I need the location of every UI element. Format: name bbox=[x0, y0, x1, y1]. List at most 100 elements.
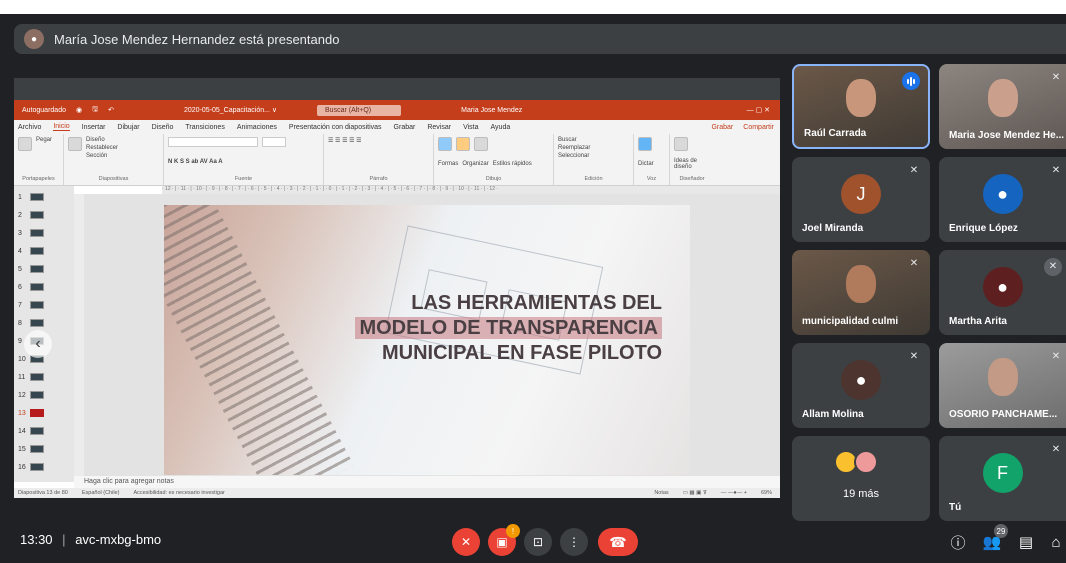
menu-ayuda[interactable]: Ayuda bbox=[491, 124, 511, 131]
slide-thumb[interactable]: 12 bbox=[18, 388, 70, 402]
ppt-user-name[interactable]: Maria Jose Mendez bbox=[461, 107, 522, 114]
notes-pane[interactable]: Haga clic para agregar notas bbox=[74, 476, 780, 488]
ppt-search-box[interactable]: Buscar (Alt+Q) bbox=[317, 104, 402, 116]
accessibility-status[interactable]: Accesibilidad: es necesario investigar bbox=[133, 490, 224, 496]
menu-presentacion[interactable]: Presentación con diapositivas bbox=[289, 124, 382, 131]
ppt-filename[interactable]: 2020-05-05_Capacitación... ∨ bbox=[184, 106, 277, 114]
slide-thumb[interactable]: 1 bbox=[18, 190, 70, 204]
design-ideas-icon[interactable] bbox=[674, 137, 688, 151]
paragraph-buttons[interactable]: ☰ ☰ ☰ ☰ ☰ bbox=[328, 137, 429, 144]
find-button[interactable]: Buscar bbox=[558, 137, 629, 143]
participant-tile[interactable]: ✕ ● Allam Molina bbox=[792, 343, 930, 428]
self-tile[interactable]: ✕ F Tú bbox=[939, 436, 1066, 521]
participant-tile[interactable]: ✕ municipalidad culmi bbox=[792, 250, 930, 335]
menu-dibujar[interactable]: Dibujar bbox=[117, 124, 139, 131]
view-buttons[interactable]: ▭ ▦ ▣ ⊽ bbox=[683, 490, 707, 496]
participant-tile[interactable]: ✕ ● Enrique López bbox=[939, 157, 1066, 242]
slide-thumb[interactable]: 3 bbox=[18, 226, 70, 240]
previous-slide-arrow-icon[interactable]: ‹ bbox=[24, 330, 52, 358]
meeting-info: 13:30 | avc-mxbg-bmo bbox=[20, 532, 161, 547]
font-format-buttons[interactable]: N K S S ab AV Aa A bbox=[168, 159, 319, 165]
people-count-badge: 29 bbox=[994, 524, 1008, 538]
dictate-label[interactable]: Dictar bbox=[638, 161, 665, 167]
select-button[interactable]: Seleccionar bbox=[558, 153, 629, 159]
slide-thumb[interactable]: 8 bbox=[18, 316, 70, 330]
menu-transiciones[interactable]: Transiciones bbox=[185, 124, 224, 131]
slide-thumb[interactable]: 2 bbox=[18, 208, 70, 222]
more-count-label: 19 más bbox=[842, 488, 880, 500]
undo-icon[interactable]: ↶ bbox=[108, 106, 114, 114]
slide-thumb[interactable]: 11 bbox=[18, 370, 70, 384]
slide-thumb[interactable]: 15 bbox=[18, 442, 70, 456]
zoom-slider[interactable]: — —●— + bbox=[721, 490, 747, 496]
chat-icon[interactable]: ▤ bbox=[1016, 532, 1036, 552]
close-icon[interactable]: ✕ bbox=[1044, 258, 1062, 276]
mic-off-icon: ✕ bbox=[1051, 165, 1061, 176]
arrange-icon[interactable] bbox=[456, 137, 470, 151]
slide-thumb[interactable]: 4 bbox=[18, 244, 70, 258]
participant-tile[interactable]: ✕ Maria Jose Mendez He... bbox=[939, 64, 1066, 149]
font-name-input[interactable] bbox=[168, 137, 258, 147]
mic-off-icon: ✕ bbox=[909, 165, 919, 176]
mic-off-icon: ✕ bbox=[909, 351, 919, 362]
save-icon[interactable]: 🖫 bbox=[92, 105, 98, 116]
menu-grabar[interactable]: Grabar bbox=[394, 124, 416, 131]
slide-thumb[interactable]: 16 bbox=[18, 460, 70, 474]
info-icon[interactable]: ⓘ bbox=[948, 532, 968, 552]
arrange-label[interactable]: Organizar bbox=[462, 161, 488, 167]
end-call-button[interactable]: ☎ bbox=[598, 528, 638, 556]
participant-avatar bbox=[854, 450, 878, 474]
autosave-toggle[interactable]: ◉ bbox=[76, 106, 82, 114]
shapes-label[interactable]: Formas bbox=[438, 161, 458, 167]
menu-revisar[interactable]: Revisar bbox=[427, 124, 451, 131]
activities-icon[interactable]: ⌂ bbox=[1046, 532, 1066, 552]
present-screen-button[interactable]: ⊡ bbox=[524, 528, 552, 556]
design-ideas-label[interactable]: Ideas de diseño bbox=[674, 158, 710, 170]
participant-tile[interactable]: ● ✕ Martha Arita bbox=[939, 250, 1066, 335]
self-avatar: F bbox=[982, 453, 1023, 494]
participant-tile[interactable]: ✕ J Joel Miranda bbox=[792, 157, 930, 242]
record-button[interactable]: Grabar bbox=[711, 124, 733, 131]
paste-label[interactable]: Pegar bbox=[36, 137, 52, 143]
participant-video bbox=[987, 79, 1018, 117]
shapes-icon[interactable] bbox=[438, 137, 452, 151]
reset-button[interactable]: Restablecer bbox=[86, 145, 118, 151]
menu-vista[interactable]: Vista bbox=[463, 124, 478, 131]
menu-diseno[interactable]: Diseño bbox=[152, 124, 174, 131]
menu-archivo[interactable]: Archivo bbox=[18, 124, 41, 131]
dictate-icon[interactable] bbox=[638, 137, 652, 151]
more-options-button[interactable]: ⋮ bbox=[560, 528, 588, 556]
shared-screen[interactable]: Autoguardado ◉ 🖫 ↶ 2020-05-05_Capacitaci… bbox=[14, 78, 780, 498]
participant-tile[interactable]: Raúl Carrada bbox=[792, 64, 930, 149]
language-status[interactable]: Español (Chile) bbox=[82, 490, 120, 496]
slide-title-line-2: MODELO DE TRANSPARENCIA bbox=[355, 317, 662, 339]
replace-button[interactable]: Reemplazar bbox=[558, 145, 629, 151]
menu-animaciones[interactable]: Animaciones bbox=[237, 124, 277, 131]
slide-thumb[interactable]: 14 bbox=[18, 424, 70, 438]
mic-off-button[interactable]: ✕ bbox=[452, 528, 480, 556]
presenter-avatar: ● bbox=[24, 29, 44, 49]
section-button[interactable]: Sección bbox=[86, 153, 118, 159]
current-slide[interactable]: LAS HERRAMIENTAS DEL MODELO DE TRANSPARE… bbox=[164, 205, 690, 475]
notes-toggle[interactable]: Notas bbox=[654, 490, 668, 496]
styles-label[interactable]: Estilos rápidos bbox=[493, 161, 532, 167]
slide-thumb[interactable]: 5 bbox=[18, 262, 70, 276]
quick-styles-icon[interactable] bbox=[474, 137, 488, 151]
window-controls[interactable]: — ▢ ✕ bbox=[747, 106, 770, 114]
mic-off-icon: ✕ bbox=[1051, 72, 1061, 83]
ppt-menu-bar: Archivo Inicio Insertar Dibujar Diseño T… bbox=[14, 120, 780, 134]
zoom-level[interactable]: 69% bbox=[761, 490, 772, 496]
layout-button[interactable]: Diseño bbox=[86, 137, 118, 143]
share-button[interactable]: Compartir bbox=[743, 124, 774, 131]
menu-insertar[interactable]: Insertar bbox=[82, 124, 106, 131]
slide-thumb-selected[interactable]: 13 bbox=[18, 406, 70, 420]
paste-icon[interactable] bbox=[18, 137, 32, 151]
bottom-control-bar: 13:30 | avc-mxbg-bmo ✕ ▣ ! ⊡ ⋮ ☎ ⓘ 👥 29 … bbox=[0, 518, 1066, 563]
more-participants-tile[interactable]: 19 más bbox=[792, 436, 930, 521]
slide-thumb[interactable]: 6 bbox=[18, 280, 70, 294]
slide-thumb[interactable]: 7 bbox=[18, 298, 70, 312]
font-size-input[interactable] bbox=[262, 137, 286, 147]
menu-inicio[interactable]: Inicio bbox=[53, 123, 70, 131]
participant-tile[interactable]: ✕ OSORIO PANCHAME... bbox=[939, 343, 1066, 428]
new-slide-icon[interactable] bbox=[68, 137, 82, 151]
